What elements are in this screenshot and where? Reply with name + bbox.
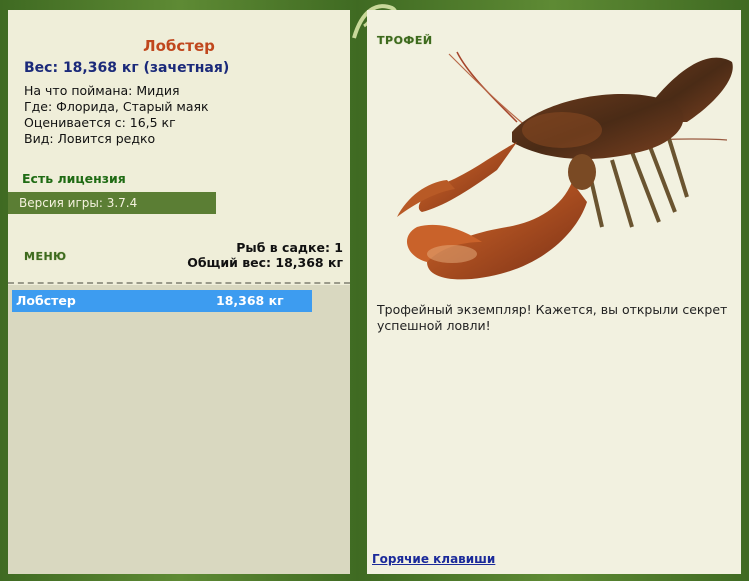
hotkeys-link[interactable]: Горячие клавиши: [372, 552, 495, 566]
keep-row-selected[interactable]: Лобстер 18,368 кг: [12, 290, 312, 312]
location-line: Где: Флорида, Старый маяк: [24, 99, 209, 114]
fish-name: Лобстер: [143, 37, 215, 55]
menu-button[interactable]: МЕНЮ: [24, 250, 67, 263]
trophy-label: ТРОФЕЙ: [377, 34, 433, 47]
fish-details: На что поймана: Мидия Где: Флорида, Стар…: [24, 83, 209, 147]
catch-info-panel: Лобстер Вес: 18,368 кг (зачетная) На что…: [8, 10, 350, 574]
keep-row-weight: 18,368 кг: [216, 293, 284, 308]
keep-row-name: Лобстер: [16, 293, 76, 308]
bait-line: На что поймана: Мидия: [24, 83, 180, 98]
fish-weight: Вес: 18,368 кг (зачетная): [24, 60, 230, 76]
lobster-image: [397, 51, 733, 280]
trophy-panel: ТРОФЕЙ Трофейный экземпляр! Кажется, вы …: [367, 10, 741, 574]
version-bar: Версия игры: 3.7.4: [8, 192, 216, 214]
license-status: Есть лицензия: [22, 171, 126, 186]
keep-count: Рыб в садке: 1: [236, 240, 343, 255]
kind-line: Вид: Ловится редко: [24, 131, 156, 146]
divider: [8, 282, 350, 284]
valued-line: Оценивается с: 16,5 кг: [24, 115, 176, 130]
trophy-message: Трофейный экземпляр! Кажется, вы открыли…: [377, 302, 728, 333]
keep-total-weight: Общий вес: 18,368 кг: [187, 255, 343, 270]
keep-list: [8, 285, 350, 574]
keep-stats: Рыб в садке: 1 Общий вес: 18,368 кг: [187, 240, 343, 270]
